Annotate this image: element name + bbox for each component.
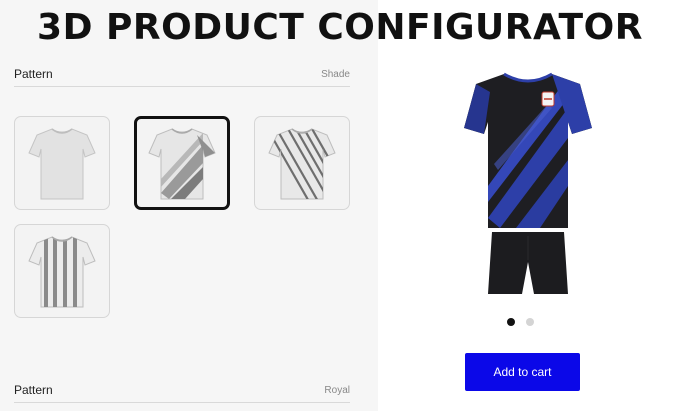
pattern-section-label: Pattern — [14, 67, 53, 81]
color-section-label: Pattern — [14, 383, 53, 397]
plain-shirt-icon — [28, 128, 96, 200]
product-preview-panel: Add to cart — [378, 0, 680, 411]
jersey-kit-image — [464, 72, 592, 294]
carousel-dot[interactable] — [526, 318, 534, 326]
pattern-swatch-stripes[interactable] — [254, 116, 350, 210]
pattern-selected-value: Shade — [321, 69, 350, 80]
configurator-options-panel: Pattern Shade Pattern Royal — [0, 0, 378, 411]
pattern-swatch-plain[interactable] — [14, 116, 110, 210]
shade-shirt-icon — [148, 128, 216, 200]
vertical-striped-shirt-icon — [28, 236, 96, 308]
color-section-header: Pattern Royal — [14, 381, 350, 403]
add-to-cart-button[interactable]: Add to cart — [465, 353, 580, 391]
striped-shirt-icon — [268, 128, 336, 200]
pattern-swatch-shade[interactable] — [134, 116, 230, 210]
pattern-swatch-vertical[interactable] — [14, 224, 110, 318]
page-title: 3D PRODUCT CONFIGURATOR — [37, 7, 643, 48]
product-preview-image — [460, 68, 596, 300]
image-carousel-dots — [507, 318, 534, 328]
color-selected-value: Royal — [324, 385, 350, 396]
carousel-dot[interactable] — [507, 318, 515, 326]
pattern-section-header: Pattern Shade — [14, 65, 350, 87]
